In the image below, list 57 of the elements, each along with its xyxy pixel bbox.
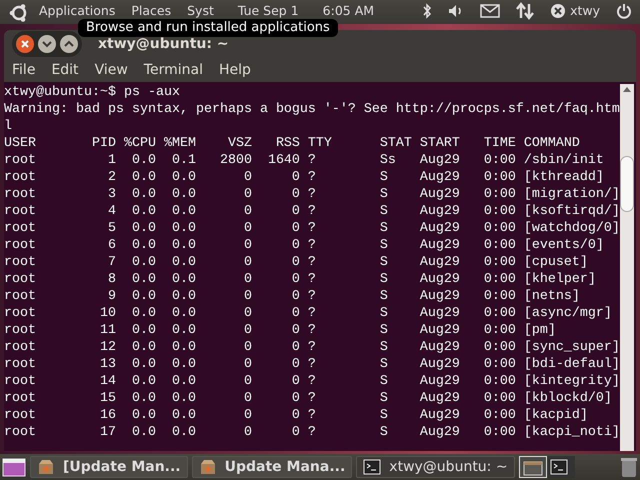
terminal-line: l: [4, 118, 13, 135]
task-button[interactable]: xtwy@ubuntu: ~: [356, 456, 515, 478]
terminal-line: root 6 0.0 0.0 0 0 ? S Aug29 0:00 [events/0]: [4, 237, 605, 254]
mail-icon[interactable]: [480, 4, 500, 18]
date-text: Tue Sep 1: [238, 2, 299, 20]
scrollbar[interactable]: [620, 84, 634, 451]
trash-icon[interactable]: [620, 456, 638, 478]
panel-menu[interactable]: Applications: [39, 2, 116, 21]
scroll-thumb[interactable]: [620, 156, 634, 212]
clock-text[interactable]: 6:05 AM: [322, 2, 374, 21]
terminal-line: root 16 0.0 0.0 0 0 ? S Aug29 0:00 [kacpid]: [4, 407, 589, 424]
panel-menu[interactable]: Places: [131, 2, 172, 21]
terminal-line: root 9 0.0 0.0 0 0 ? S Aug29 0:00 [netns]: [4, 288, 581, 305]
show-desktop-icon[interactable]: [2, 456, 26, 478]
maximize-button[interactable]: [60, 35, 78, 53]
terminal-line: root 11 0.0 0.0 0 0 ? S Aug29 0:00 [pm]: [4, 322, 557, 339]
close-icon: [21, 40, 29, 48]
terminal-line: root 3 0.0 0.0 0 0 ? S Aug29 0:00 [migration/]: [4, 186, 620, 203]
terminal-line: root 15 0.0 0.0 0 0 ? S Aug29 0:00 [kblockd/0]: [4, 390, 613, 407]
package-icon: [198, 458, 217, 476]
task-button[interactable]: Update Mana...: [192, 456, 352, 478]
terminal-line: USER PID %CPU %MEM VSZ RSS TTY STAT START TIME COMMAND: [4, 135, 581, 152]
user-name[interactable]: xtwy: [570, 2, 600, 21]
menu-item[interactable]: Terminal: [144, 60, 203, 80]
workspace-button[interactable]: [546, 456, 575, 478]
terminal-line: xtwy@ubuntu:~$ ps -aux: [4, 84, 181, 101]
user-status-icon[interactable]: [550, 3, 566, 20]
workspace-button[interactable]: [518, 456, 547, 478]
chevron-down-icon: [42, 41, 52, 48]
window-title: xtwy@ubuntu: ~: [98, 34, 229, 54]
terminal-line: root 7 0.0 0.0 0 0 ? S Aug29 0:00 [cpuset]: [4, 254, 589, 271]
menu-item[interactable]: Edit: [51, 60, 79, 80]
panel-menu[interactable]: Syst: [187, 2, 214, 21]
power-icon[interactable]: [616, 3, 632, 20]
terminal-line: root 2 0.0 0.0 0 0 ? S Aug29 0:00 [kthreadd]: [4, 169, 605, 186]
menu-item[interactable]: Help: [218, 60, 251, 80]
terminal-line: root 13 0.0 0.0 0 0 ? S Aug29 0:00 [bdi-defaul]: [4, 356, 620, 373]
package-icon: [37, 458, 55, 476]
close-button[interactable]: [16, 35, 34, 53]
minimize-button[interactable]: [38, 35, 56, 53]
chevron-up-icon: [64, 40, 74, 47]
menu-item[interactable]: File: [12, 60, 36, 80]
terminal-icon: [363, 458, 382, 476]
terminal-line: Warning: bad ps syntax, perhaps a bogus '-'? See http://procps.sf.net/faq.htm: [4, 101, 620, 118]
terminal-line: root 14 0.0 0.0 0 0 ? S Aug29 0:00 [kintegrity]: [4, 373, 620, 390]
terminal-line: root 12 0.0 0.0 0 0 ? S Aug29 0:00 [sync_super]: [4, 339, 620, 356]
network-icon[interactable]: [516, 2, 534, 20]
menu-item[interactable]: View: [94, 60, 128, 80]
bluetooth-icon[interactable]: [422, 3, 432, 20]
terminal-line: root 8 0.0 0.0 0 0 ? S Aug29 0:00 [khelper]: [4, 271, 597, 288]
terminal-line: root 10 0.0 0.0 0 0 ? S Aug29 0:00 [async/mgr]: [4, 305, 613, 322]
terminal-line: root 17 0.0 0.0 0 0 ? S Aug29 0:00 [kacpi_noti]: [4, 424, 620, 441]
tooltip: Browse and run installed applications: [78, 19, 338, 37]
terminal-line: root 4 0.0 0.0 0 0 ? S Aug29 0:00 [ksoftirqd/]: [4, 203, 620, 220]
terminal-line: root 5 0.0 0.0 0 0 ? S Aug29 0:00 [watchdog/0]: [4, 220, 620, 237]
terminal-line: root 1 0.0 0.1 2800 1640 ? Ss Aug29 0:00 /sbin/init: [4, 152, 605, 169]
task-button[interactable]: [Update Man...: [30, 456, 188, 478]
